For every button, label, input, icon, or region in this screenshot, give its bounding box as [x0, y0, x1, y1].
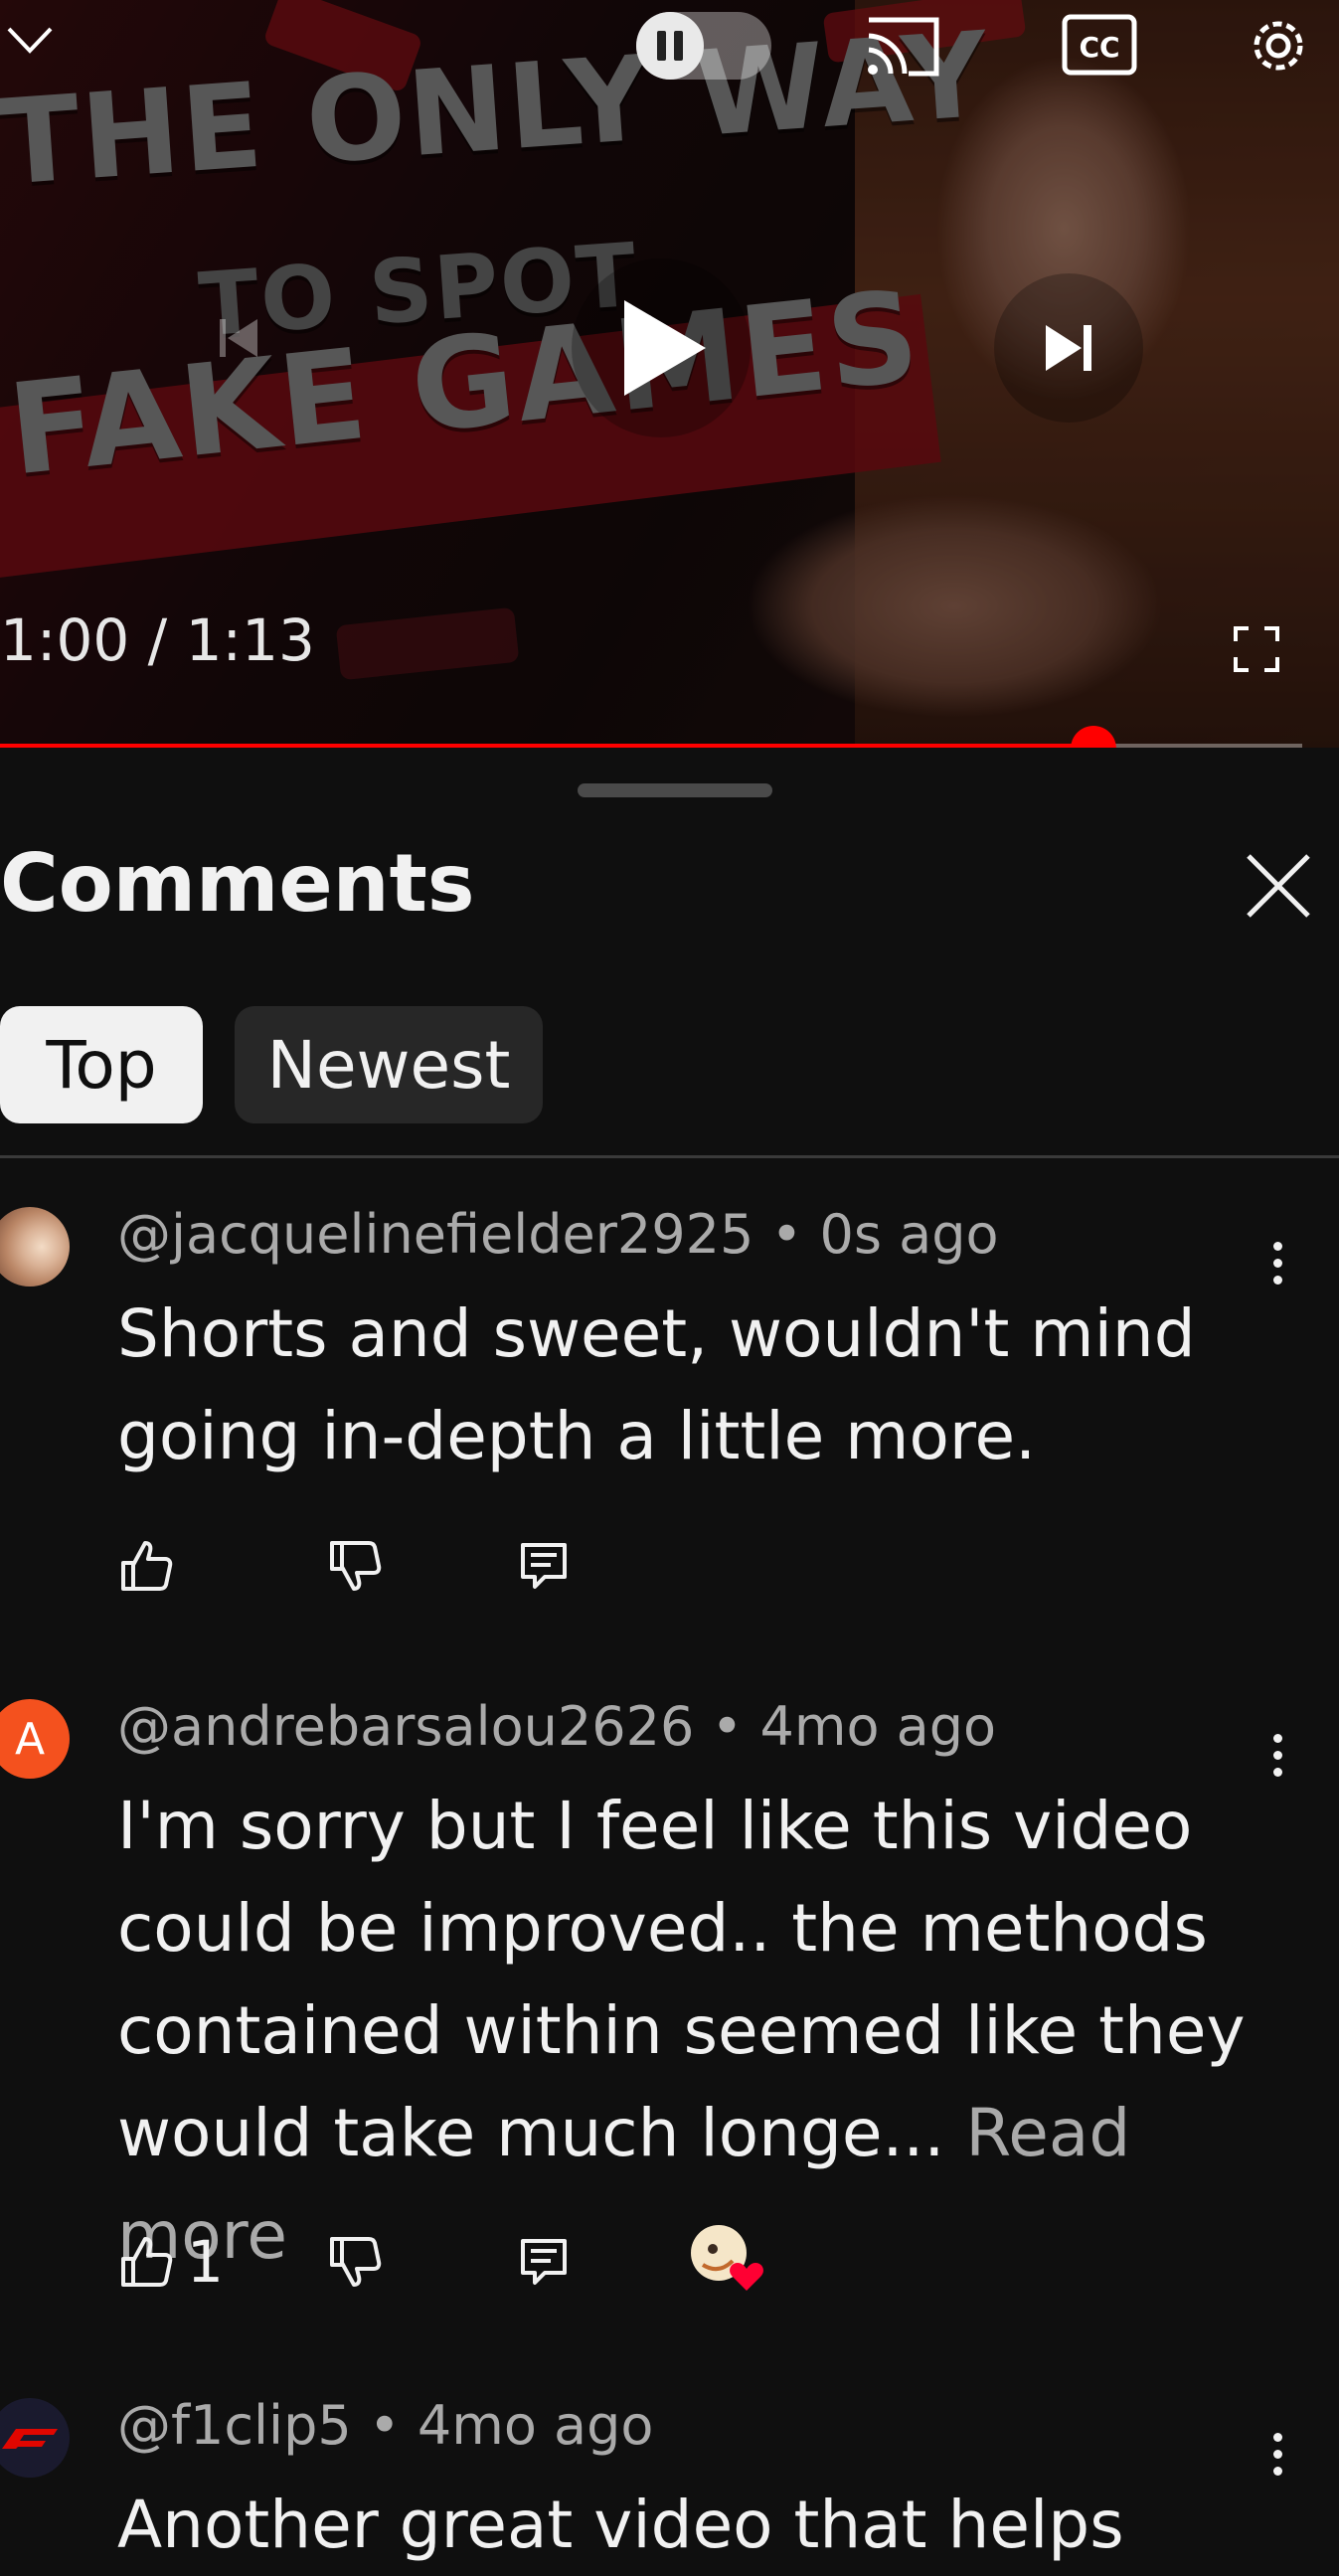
time-display: 1:00 / 1:13	[0, 606, 315, 674]
autoplay-toggle[interactable]	[636, 12, 771, 80]
cast-icon[interactable]	[863, 12, 942, 82]
next-icon[interactable]	[994, 273, 1143, 423]
reply-icon	[521, 2239, 567, 2285]
creator-heart-icon	[689, 2221, 763, 2291]
video-player[interactable]: THE ONLY WAY TO SPOT FAKE GAMES CC 1:00 …	[0, 0, 1339, 748]
avatar[interactable]	[0, 2398, 70, 2478]
progress-bar-fill	[0, 744, 1094, 748]
pause-icon	[636, 12, 704, 80]
comment-meta: @andrebarsalou2626 • 4mo ago	[117, 1695, 997, 1758]
avatar[interactable]	[0, 1207, 70, 1287]
chip-top[interactable]: Top	[0, 1006, 203, 1123]
settings-gear-icon[interactable]	[1241, 8, 1316, 84]
reply-button[interactable]	[515, 2227, 573, 2297]
like-count: 1	[187, 2228, 224, 2296]
like-button[interactable]	[117, 1531, 175, 1601]
dislike-button[interactable]	[326, 1531, 384, 1601]
f1-logo-icon	[2, 2429, 58, 2449]
comment-text: I'm sorry but I feel like this video cou…	[117, 1775, 1270, 2287]
progress-bar[interactable]	[0, 726, 1302, 748]
play-icon[interactable]	[572, 258, 751, 437]
sheet-drag-handle[interactable]	[578, 783, 772, 797]
collapse-chevron-icon[interactable]	[0, 10, 60, 70]
dislike-button[interactable]	[326, 2227, 384, 2297]
comment-text: Shorts and sweet, wouldn't mind going in…	[117, 1295, 1196, 1474]
close-icon[interactable]	[1243, 850, 1314, 922]
thumbs-down-icon	[330, 1541, 382, 1591]
comment-actions: 1	[117, 2225, 813, 2297]
reply-icon	[521, 1543, 567, 1589]
fullscreen-icon[interactable]	[1229, 621, 1284, 677]
avatar[interactable]: A	[0, 1699, 70, 1779]
thumbs-up-icon	[121, 1541, 173, 1591]
comment-actions	[117, 1531, 614, 1601]
reply-button[interactable]	[515, 1531, 573, 1601]
thumbs-down-icon	[330, 2237, 382, 2287]
chip-newest[interactable]: Newest	[235, 1006, 543, 1123]
comment-meta: @f1clip5 • 4mo ago	[117, 2394, 654, 2457]
like-button[interactable]: 1	[117, 2227, 224, 2297]
svg-text:CC: CC	[1079, 31, 1119, 64]
divider	[0, 1155, 1339, 1158]
previous-icon[interactable]	[199, 298, 278, 378]
thumbs-up-icon	[121, 2237, 173, 2287]
captions-icon[interactable]: CC	[1062, 12, 1137, 78]
comment-text: Another great video that helps	[117, 2487, 1124, 2563]
comments-title: Comments	[0, 837, 475, 930]
comment-meta: @jacquelinefielder2925 • 0s ago	[117, 1203, 999, 1266]
